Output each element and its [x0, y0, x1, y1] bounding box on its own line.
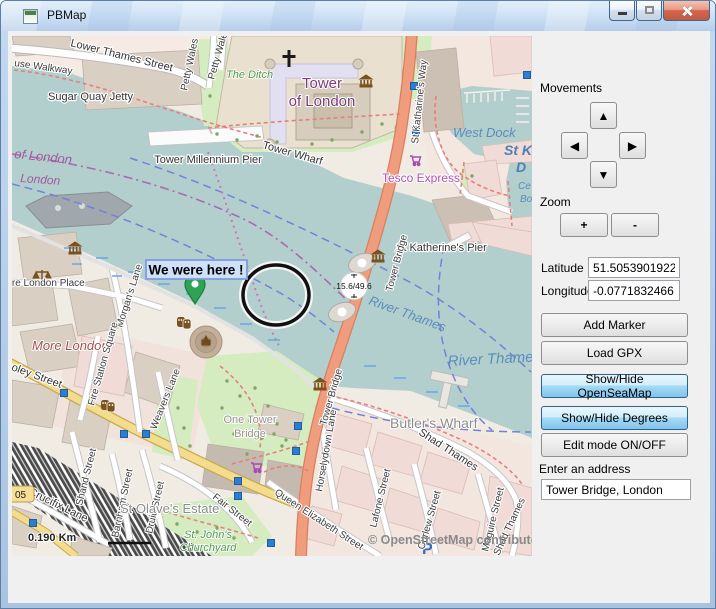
map-svg: 15.6/49.6 P	[12, 36, 532, 556]
place-label: St Katherine's Pier	[396, 242, 487, 254]
poi-label: Tesco Express	[382, 171, 460, 185]
arrow-right-icon: ▶	[628, 139, 637, 153]
move-up-button[interactable]: ▲	[590, 102, 617, 129]
place-label: St Olave's Estate	[120, 501, 219, 516]
place-label: Sugar Quay Jetty	[48, 91, 133, 103]
place-label: More London	[32, 338, 109, 353]
caption-buttons	[608, 1, 710, 21]
place-label: St. John's	[184, 529, 232, 541]
arrow-down-icon: ▼	[598, 168, 610, 182]
place-label: The Ditch	[226, 69, 273, 81]
place-label: of London	[289, 93, 356, 110]
app-icon	[23, 9, 38, 24]
water-label: Bo	[520, 194, 532, 205]
zoom-in-button[interactable]: +	[560, 213, 608, 237]
move-left-button[interactable]: ◀	[561, 132, 588, 159]
longitude-label: Longitude	[541, 284, 594, 298]
attribution: © OpenStreetMap contributors	[368, 533, 532, 547]
longitude-input[interactable]	[588, 280, 680, 301]
zoom-label: Zoom	[540, 195, 571, 209]
svg-text:05: 05	[15, 490, 27, 501]
toggle-degrees-button[interactable]: Show/Hide Degrees	[541, 406, 688, 430]
scale-text: 0.190 Km	[28, 532, 77, 544]
minimize-icon	[618, 12, 627, 15]
boundary-label: London	[20, 171, 61, 188]
bridge-clearance-text: 15.6/49.6	[336, 281, 372, 291]
latitude-input[interactable]	[588, 257, 680, 278]
close-icon	[681, 5, 693, 17]
maximize-button[interactable]	[636, 1, 662, 21]
map-viewport[interactable]: 15.6/49.6 P	[12, 36, 532, 556]
zoom-out-button[interactable]: -	[611, 213, 659, 237]
edit-mode-button[interactable]: Edit mode ON/OFF	[541, 433, 688, 457]
place-label: Bridge	[234, 428, 266, 440]
maximize-icon	[645, 6, 654, 14]
street-label: More London Place	[12, 278, 85, 289]
place-label: One Tower	[224, 414, 277, 426]
arrow-left-icon: ◀	[570, 139, 579, 153]
marker-tooltip: We were here !	[146, 260, 247, 279]
water-label: West Dock	[453, 125, 517, 140]
place-label: Tower	[302, 75, 342, 92]
address-label: Enter an address	[539, 462, 630, 476]
app-window: PBMap	[0, 0, 716, 609]
place-label: Churchyard	[180, 542, 238, 554]
water-label: St Ka	[504, 142, 532, 158]
window-title: PBMap	[47, 8, 86, 22]
place-label: Butler's Wharf	[390, 415, 478, 431]
svg-text:We were here !: We were here !	[148, 263, 243, 278]
place-label: Tower Millennium Pier	[154, 154, 262, 166]
load-gpx-button[interactable]: Load GPX	[541, 341, 688, 365]
form-client-area: 15.6/49.6 P	[8, 31, 710, 603]
close-button[interactable]	[663, 1, 710, 21]
move-down-button[interactable]: ▼	[590, 161, 617, 188]
water-label: D	[516, 159, 526, 175]
road-ref-shield: 05	[12, 486, 34, 502]
address-input[interactable]	[541, 479, 691, 500]
minimize-button[interactable]	[609, 1, 635, 21]
latitude-label: Latitude	[541, 261, 584, 275]
water-label: Ce	[518, 181, 531, 192]
add-marker-button[interactable]: Add Marker	[541, 313, 688, 337]
movements-label: Movements	[540, 81, 602, 95]
move-right-button[interactable]: ▶	[619, 132, 646, 159]
scoop-amphitheatre	[190, 326, 222, 358]
arrow-up-icon: ▲	[598, 109, 610, 123]
toggle-openseamap-button[interactable]: Show/Hide OpenSeaMap	[541, 374, 688, 398]
